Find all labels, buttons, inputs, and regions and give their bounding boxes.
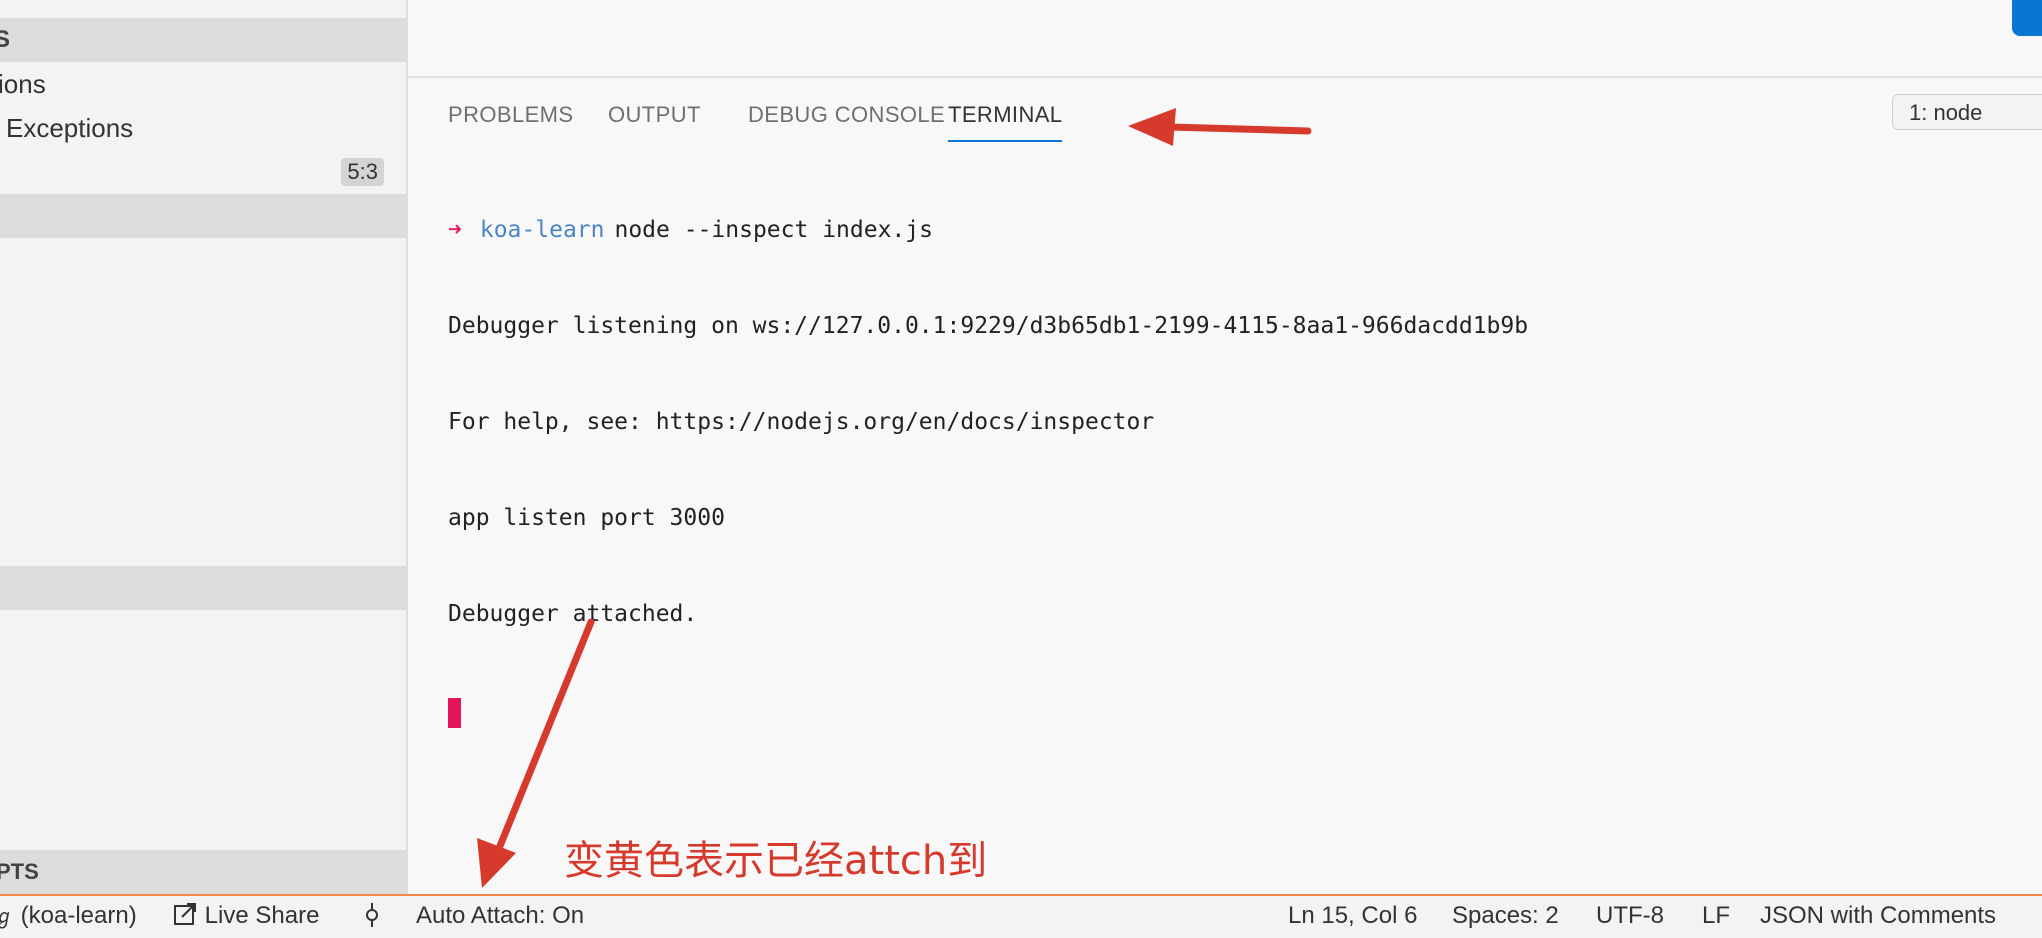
live-share-icon — [174, 903, 196, 925]
sidebar-section-header-3[interactable] — [0, 566, 406, 610]
breakpoint-item-1[interactable]: ions — [0, 62, 406, 106]
status-bar: ℊ (koa-learn) Live Share Auto Attach: On… — [0, 894, 2042, 938]
sidebar-section-title: PTS — [0, 859, 39, 884]
terminal-line: Debugger attached. — [448, 601, 698, 627]
indentation[interactable]: Spaces: 2 — [1452, 896, 1559, 936]
live-share-label: Live Share — [204, 902, 320, 929]
language-mode[interactable]: JSON with Comments — [1760, 896, 1996, 936]
terminal-output[interactable]: ➜ koa-learn node --inspect index.js Debugg… — [448, 150, 1528, 790]
sidebar-section-header-2[interactable] — [0, 194, 406, 238]
git-commit-icon — [366, 903, 378, 927]
tab-debug-console[interactable]: DEBUG CONSOLE — [748, 96, 945, 140]
prompt-directory: koa-learn — [479, 217, 605, 243]
sidebar-section-header[interactable]: S — [0, 18, 406, 62]
auto-attach-toggle[interactable]: Auto Attach: On — [416, 896, 584, 936]
cursor-position[interactable]: Ln 15, Col 6 — [1288, 896, 1417, 936]
terminal-prompt-line: ➜ koa-learn node --inspect index.js — [448, 214, 1528, 246]
breakpoint-item-2[interactable]: Exceptions — [0, 106, 406, 150]
breakpoint-item-3[interactable]: 5:3 — [0, 150, 406, 194]
terminal-line: Debugger listening on ws://127.0.0.1:922… — [448, 313, 1529, 339]
git-branch-label: (koa-learn) — [20, 902, 137, 929]
corner-action-button[interactable] — [2012, 0, 2042, 36]
breakpoint-item-label: ions — [0, 69, 46, 99]
end-of-line[interactable]: LF — [1702, 896, 1730, 936]
sidebar-section-header-4[interactable]: PTS — [0, 850, 406, 894]
sync-icon: ℊ — [0, 906, 14, 928]
live-share-button[interactable]: Live Share — [172, 896, 319, 936]
tab-output[interactable]: OUTPUT — [608, 96, 701, 140]
prompt-command: node --inspect index.js — [614, 217, 933, 243]
vscode-window: S ions Exceptions 5:3 PTS PROBLEMS OUTPU… — [0, 0, 2042, 938]
terminal-line: app listen port 3000 — [448, 505, 725, 531]
editor-area — [408, 0, 2042, 78]
prompt-arrow-icon: ➜ — [448, 217, 462, 243]
tab-terminal[interactable]: TERMINAL — [948, 96, 1063, 142]
tab-problems[interactable]: PROBLEMS — [448, 96, 573, 140]
bottom-panel: PROBLEMS OUTPUT DEBUG CONSOLE TERMINAL 1… — [408, 0, 2042, 894]
line-col-badge: 5:3 — [341, 158, 384, 186]
debug-sidebar: S ions Exceptions 5:3 PTS — [0, 0, 408, 894]
terminal-line: For help, see: https://nodejs.org/en/doc… — [448, 409, 1155, 435]
terminal-cursor — [448, 698, 461, 728]
git-branch-item[interactable]: ℊ (koa-learn) — [0, 896, 137, 937]
terminal-selector[interactable]: 1: node — [1892, 94, 2042, 130]
annotation-text: 变黄色表示已经attch到 — [564, 838, 988, 884]
terminal-cursor-line — [448, 694, 1528, 728]
encoding[interactable]: UTF-8 — [1596, 896, 1664, 936]
sidebar-section-title: S — [0, 18, 10, 62]
breakpoint-item-label: Exceptions — [6, 113, 134, 143]
commit-icon[interactable] — [362, 896, 382, 936]
